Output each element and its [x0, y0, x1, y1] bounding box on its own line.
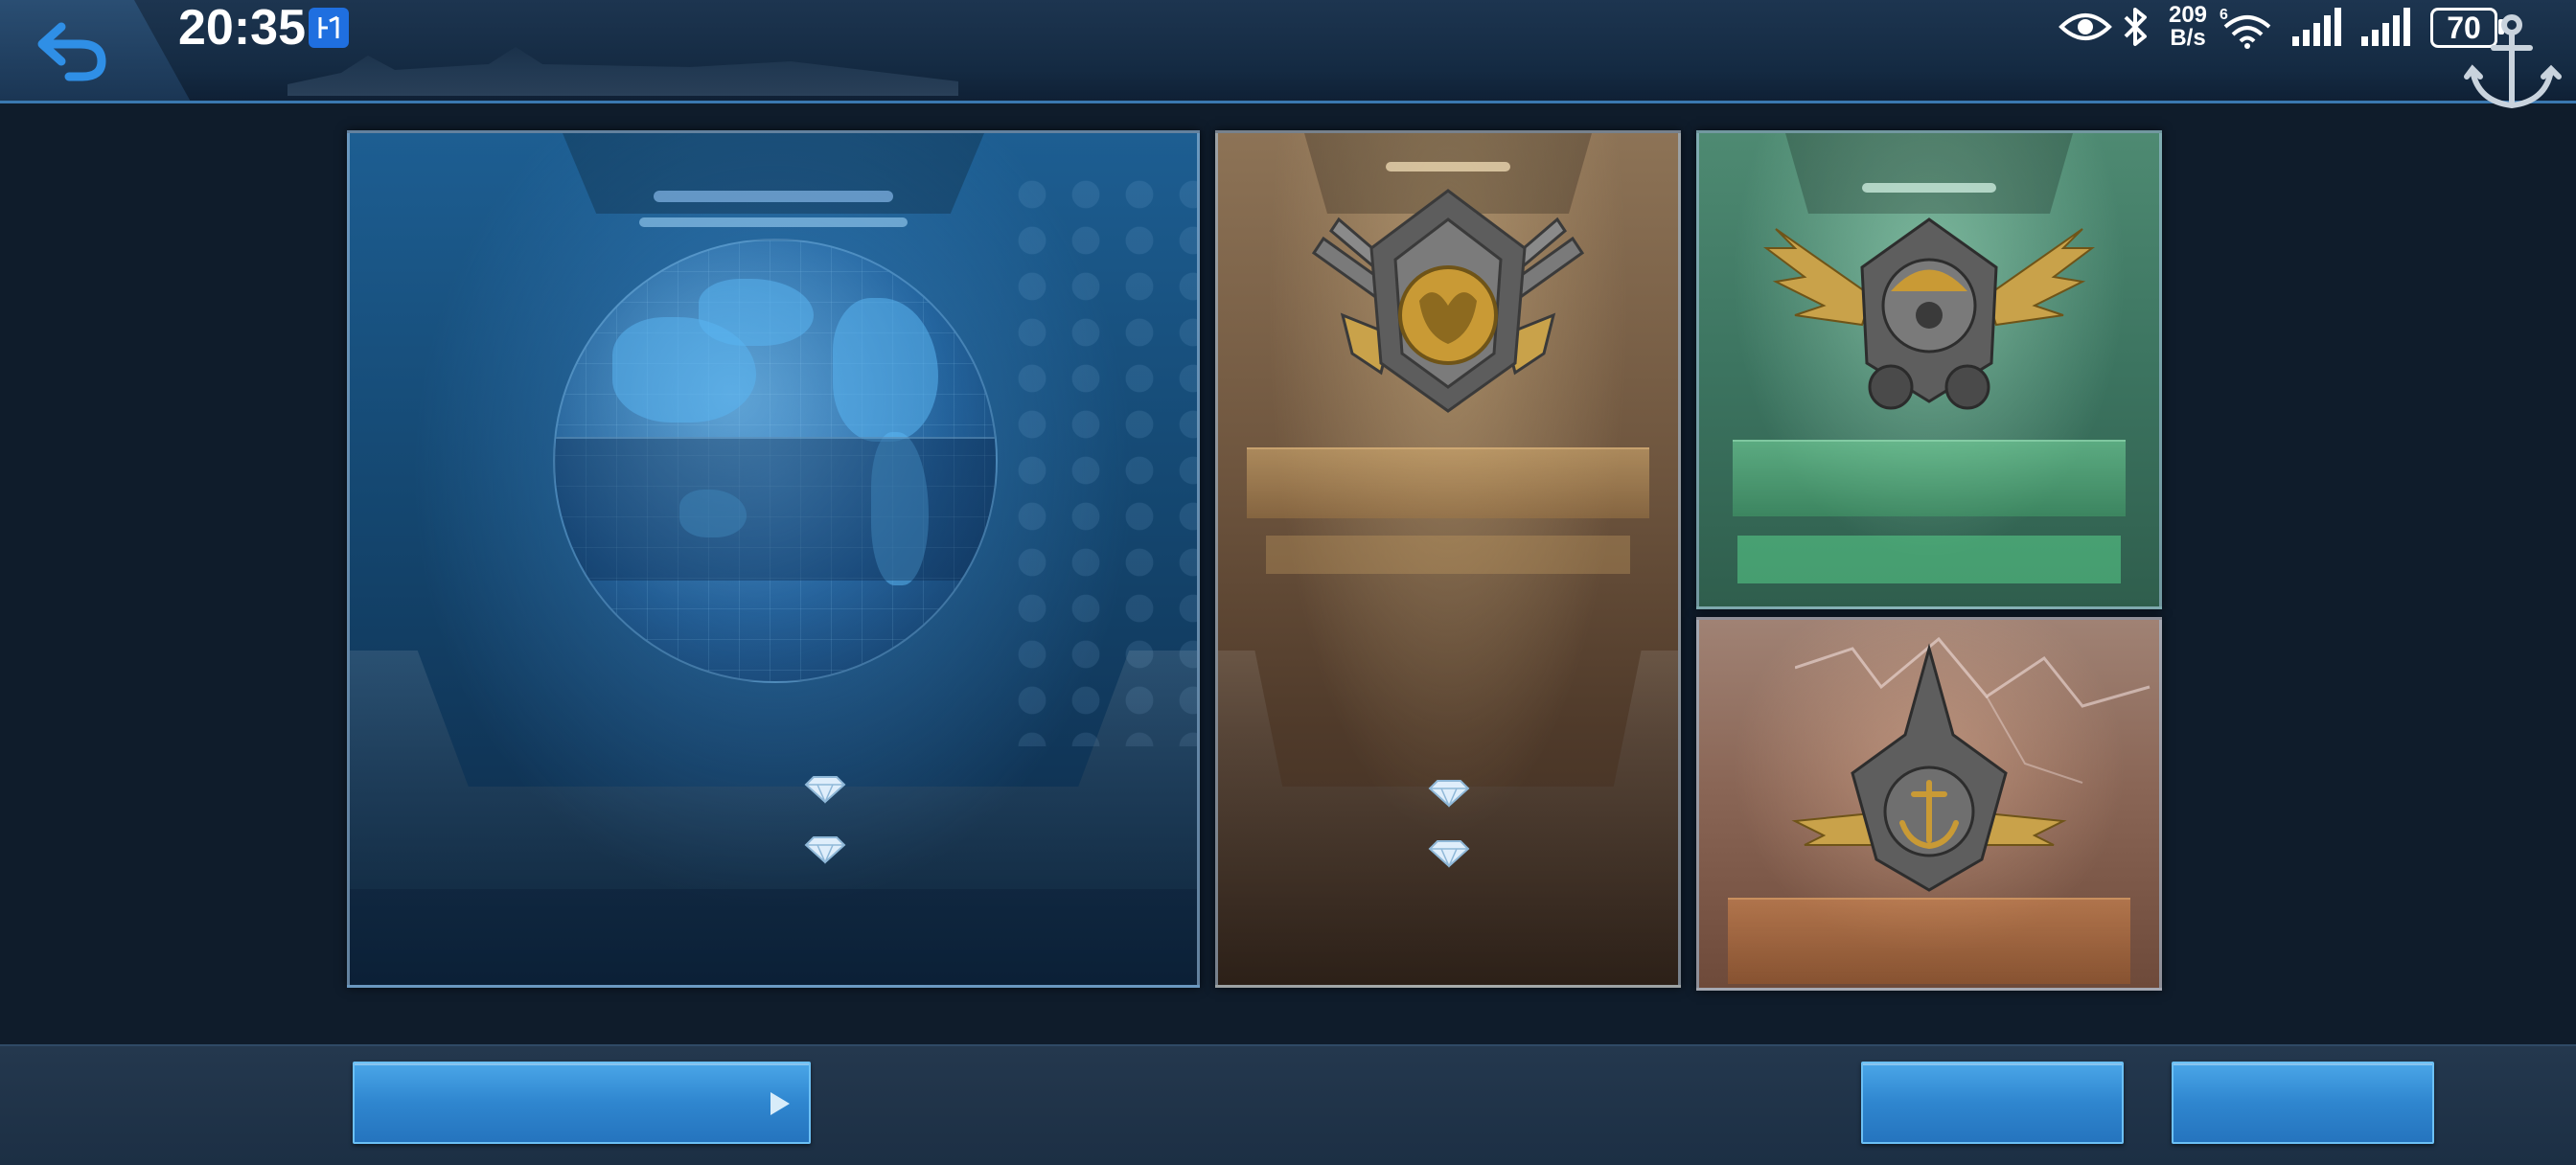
winged-gear-card[interactable]	[1696, 130, 2162, 609]
winged-gear-emblem-icon	[1763, 217, 2095, 410]
back-arrow-icon	[37, 22, 106, 81]
subtitle-strip	[1266, 536, 1630, 574]
net-speed-value: 209	[2168, 2, 2208, 28]
play-arrow-icon	[770, 1092, 790, 1115]
hex-app-icon	[309, 8, 349, 48]
wifi-6-icon: 6	[2220, 7, 2271, 49]
svg-text:6: 6	[2220, 7, 2228, 23]
card-top-light	[654, 191, 893, 202]
signal-icon	[2292, 8, 2341, 46]
title-strip	[1247, 447, 1649, 518]
right-button-2[interactable]	[2172, 1062, 2434, 1144]
bluetooth-icon	[2124, 8, 2147, 46]
net-speed: 209 B/s	[2164, 4, 2212, 50]
right-button-1[interactable]	[1861, 1062, 2124, 1144]
status-clock: 20:35	[178, 0, 306, 56]
net-speed-unit: B/s	[2170, 25, 2206, 51]
subtitle-strip	[1737, 536, 2121, 583]
card-bottom-frame	[1218, 651, 1678, 985]
signal-icon	[2361, 8, 2410, 46]
gem-icon	[804, 776, 846, 804]
ship-silhouette-decoration	[288, 47, 958, 96]
anchor-badge-card[interactable]	[1696, 617, 2162, 991]
gem-icon	[804, 836, 846, 864]
title-strip	[1733, 440, 2126, 516]
anchor-winged-emblem-icon	[1791, 643, 2067, 892]
card-top-light	[639, 217, 908, 227]
lion-shield-emblem-icon	[1311, 189, 1585, 413]
title-strip	[1728, 898, 2130, 984]
back-button[interactable]	[34, 17, 111, 84]
eye-icon	[2058, 13, 2112, 40]
card-top-light	[1386, 162, 1510, 171]
gem-icon	[1428, 840, 1470, 868]
gem-icon	[1428, 780, 1470, 808]
world-map-card[interactable]	[347, 130, 1200, 988]
card-footer-shade	[350, 889, 1197, 985]
lion-badge-card[interactable]	[1215, 130, 1681, 988]
anchor-emblem-icon[interactable]	[2459, 10, 2564, 117]
left-wide-button[interactable]	[353, 1062, 811, 1144]
globe-icon	[553, 239, 998, 683]
